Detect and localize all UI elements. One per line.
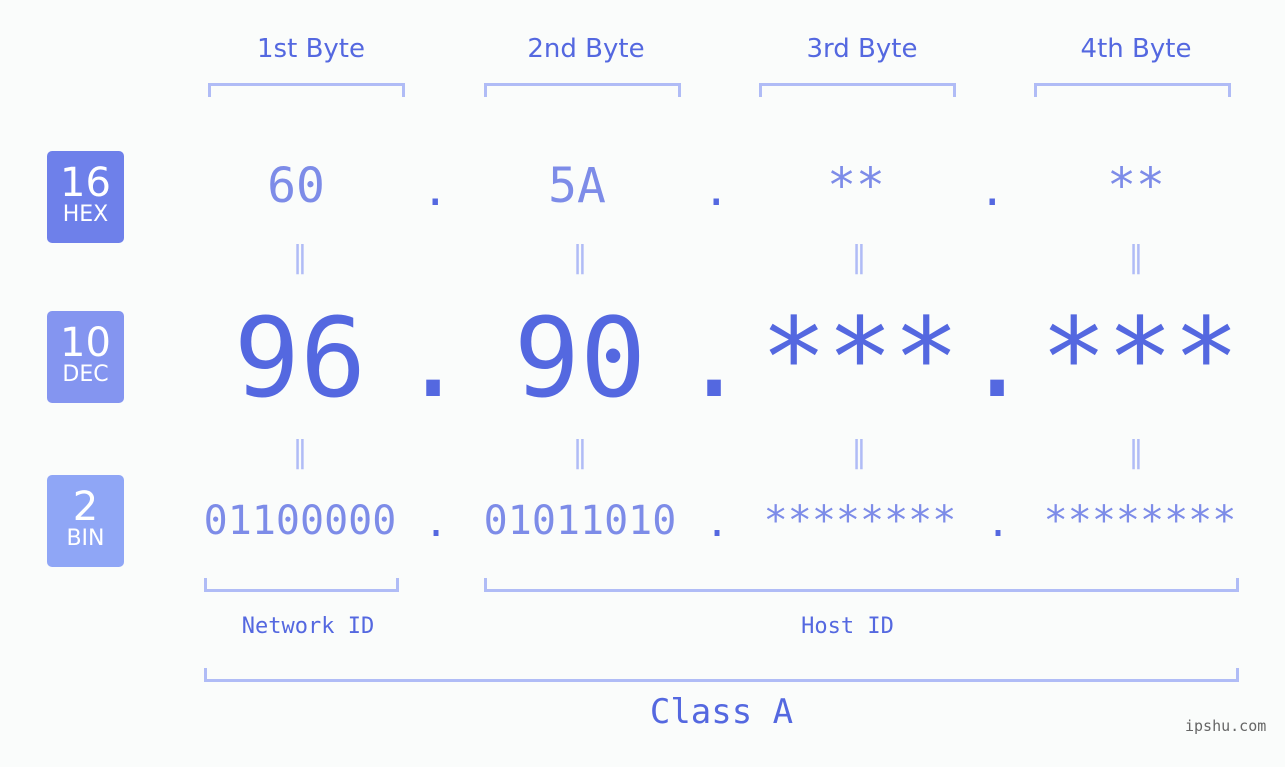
bin-byte-2: 01011010 <box>483 498 677 544</box>
bin-base-number: 2 <box>72 484 99 530</box>
hex-byte-3: ** <box>827 158 885 214</box>
host-id-label: Host ID <box>801 614 894 639</box>
class-label: Class A <box>649 692 794 732</box>
bin-dot-3: . <box>986 500 1011 546</box>
hex-byte-4: ** <box>1107 158 1165 214</box>
network-id-bracket <box>204 578 399 592</box>
equals-icon: ‖ <box>1128 435 1144 470</box>
byte-header-1: 1st Byte <box>257 34 365 64</box>
bin-dot-2: . <box>705 500 730 546</box>
bin-byte-4: ******** <box>1043 498 1237 544</box>
hex-byte-1: 60 <box>267 158 325 214</box>
hex-base-number: 16 <box>60 160 111 206</box>
dec-dot-1: . <box>400 294 467 422</box>
dec-badge: 10 DEC <box>47 311 124 403</box>
equals-icon: ‖ <box>572 240 588 275</box>
hex-base-label: HEX <box>62 202 109 227</box>
class-bracket <box>204 668 1239 682</box>
byte-bracket-3 <box>759 83 956 97</box>
byte-header-3: 3rd Byte <box>806 34 918 64</box>
dec-byte-4: *** <box>1040 294 1240 422</box>
dec-dot-2: . <box>681 294 748 422</box>
network-id-label: Network ID <box>241 614 375 639</box>
hex-dot-3: . <box>979 165 1006 216</box>
byte-header-2: 2nd Byte <box>527 34 645 64</box>
equals-icon: ‖ <box>572 435 588 470</box>
host-id-bracket <box>484 578 1239 592</box>
hex-badge: 16 HEX <box>47 151 124 243</box>
dec-byte-2: 90 <box>513 294 647 422</box>
bin-base-label: BIN <box>66 526 105 551</box>
dec-base-label: DEC <box>62 362 109 387</box>
watermark: ipshu.com <box>1185 717 1267 735</box>
byte-header-4: 4th Byte <box>1080 34 1192 64</box>
bin-byte-1: 01100000 <box>203 498 397 544</box>
hex-dot-1: . <box>422 165 449 216</box>
byte-bracket-4 <box>1034 83 1231 97</box>
byte-bracket-2 <box>484 83 681 97</box>
equals-icon: ‖ <box>1128 240 1144 275</box>
byte-bracket-1 <box>208 83 405 97</box>
dec-dot-3: . <box>964 294 1031 422</box>
dec-byte-3: *** <box>760 294 960 422</box>
dec-base-number: 10 <box>60 320 111 366</box>
bin-badge: 2 BIN <box>47 475 124 567</box>
equals-icon: ‖ <box>851 435 867 470</box>
bin-dot-1: . <box>424 500 449 546</box>
equals-icon: ‖ <box>292 435 308 470</box>
hex-dot-2: . <box>703 165 730 216</box>
equals-icon: ‖ <box>851 240 867 275</box>
bin-byte-3: ******** <box>763 498 957 544</box>
dec-byte-1: 96 <box>233 294 367 422</box>
equals-icon: ‖ <box>292 240 308 275</box>
hex-byte-2: 5A <box>548 158 606 214</box>
